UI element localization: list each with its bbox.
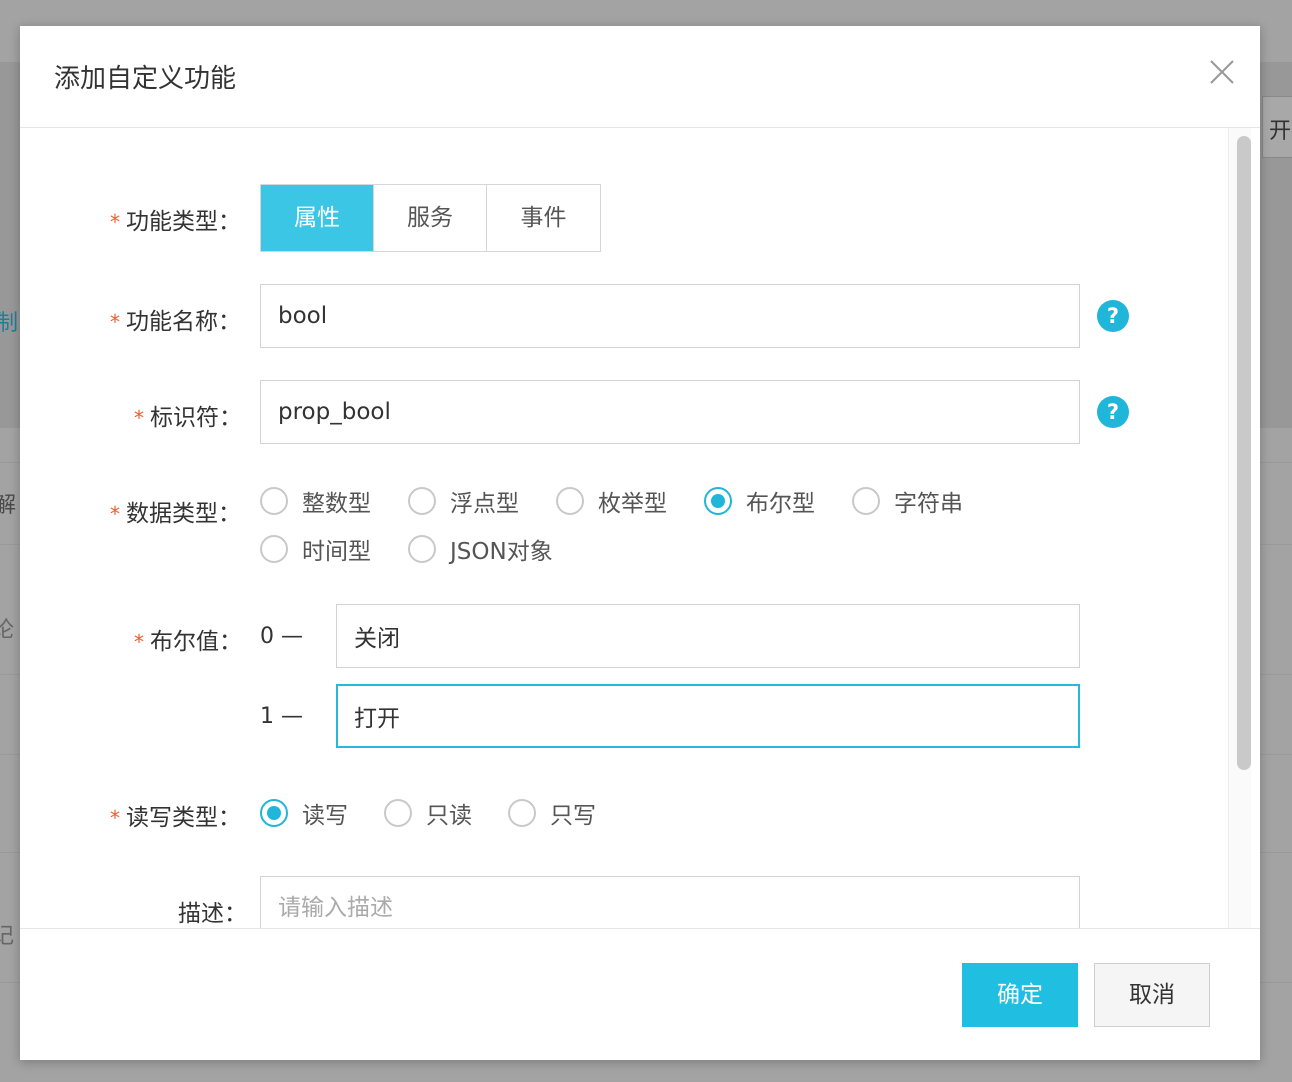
background-text: 记 xyxy=(0,924,15,949)
bool-value-label: * 布尔值： xyxy=(134,629,242,655)
rw-write-only-radio[interactable]: 只写 xyxy=(508,796,596,830)
required-mark: * xyxy=(110,210,120,234)
required-mark: * xyxy=(134,406,144,430)
radio-circle xyxy=(260,535,288,563)
dialog-header: 添加自定义功能 xyxy=(20,26,1260,128)
function-name-help-icon[interactable]: ? xyxy=(1097,300,1129,332)
confirm-button[interactable]: 确定 xyxy=(962,963,1078,1027)
background-text: 论 xyxy=(0,618,15,643)
scrollbar-thumb[interactable] xyxy=(1237,136,1251,770)
radio-circle xyxy=(408,535,436,563)
data-type-string-radio[interactable]: 字符串 xyxy=(852,484,963,518)
radio-circle-checked xyxy=(704,487,732,515)
background-link-text: 制 xyxy=(0,311,19,336)
data-type-json-radio[interactable]: JSON对象 xyxy=(408,532,553,566)
data-type-enum-radio[interactable]: 枚举型 xyxy=(556,484,667,518)
segment-event[interactable]: 事件 xyxy=(487,185,600,251)
radio-circle xyxy=(408,487,436,515)
segment-property[interactable]: 属性 xyxy=(261,185,374,251)
function-name-label: * 功能名称： xyxy=(110,309,241,335)
data-type-integer-radio[interactable]: 整数型 xyxy=(260,484,371,518)
identifier-input[interactable] xyxy=(260,380,1080,444)
dialog-title: 添加自定义功能 xyxy=(54,64,237,94)
function-type-label: * 功能类型： xyxy=(110,209,241,235)
required-mark: * xyxy=(134,630,144,654)
required-mark: * xyxy=(110,310,120,334)
radio-circle-checked xyxy=(260,799,288,827)
background-text: 解 xyxy=(0,493,17,518)
function-type-segmented: 属性 服务 事件 xyxy=(260,184,601,252)
bool-one-prefix: 1 — xyxy=(260,704,303,729)
close-button[interactable] xyxy=(1206,56,1238,88)
data-type-label: * 数据类型： xyxy=(110,501,241,527)
radio-circle xyxy=(260,487,288,515)
rw-type-label: * 读写类型： xyxy=(110,805,241,831)
dialog-body: *功能类型： 属性 服务 事件 *功能名称： ? *标识符： ? *数据类型： … xyxy=(20,128,1260,928)
bool-zero-prefix: 0 — xyxy=(260,624,303,649)
required-mark: * xyxy=(110,502,120,526)
background-open-button: 开 xyxy=(1262,96,1292,158)
radio-circle xyxy=(384,799,412,827)
bool-zero-input[interactable] xyxy=(336,604,1080,668)
description-input[interactable] xyxy=(260,876,1080,928)
radio-circle xyxy=(556,487,584,515)
add-custom-function-dialog: 添加自定义功能 *功能类型： 属性 服务 事件 *功能名称： ? *标识符： ? xyxy=(20,26,1260,1060)
description-label: 描述： xyxy=(178,901,247,927)
function-name-input[interactable] xyxy=(260,284,1080,348)
bool-one-input[interactable] xyxy=(336,684,1080,748)
cancel-button[interactable]: 取消 xyxy=(1094,963,1210,1027)
identifier-help-icon[interactable]: ? xyxy=(1097,396,1129,428)
rw-read-only-radio[interactable]: 只读 xyxy=(384,796,472,830)
data-type-float-radio[interactable]: 浮点型 xyxy=(408,484,519,518)
segment-service[interactable]: 服务 xyxy=(374,185,487,251)
data-type-time-radio[interactable]: 时间型 xyxy=(260,532,371,566)
data-type-bool-radio[interactable]: 布尔型 xyxy=(704,484,815,518)
rw-read-write-radio[interactable]: 读写 xyxy=(260,796,348,830)
radio-circle xyxy=(508,799,536,827)
close-icon xyxy=(1210,60,1234,84)
radio-circle xyxy=(852,487,880,515)
required-mark: * xyxy=(110,806,120,830)
identifier-label: * 标识符： xyxy=(134,405,242,431)
dialog-footer: 确定 取消 xyxy=(20,928,1260,1061)
